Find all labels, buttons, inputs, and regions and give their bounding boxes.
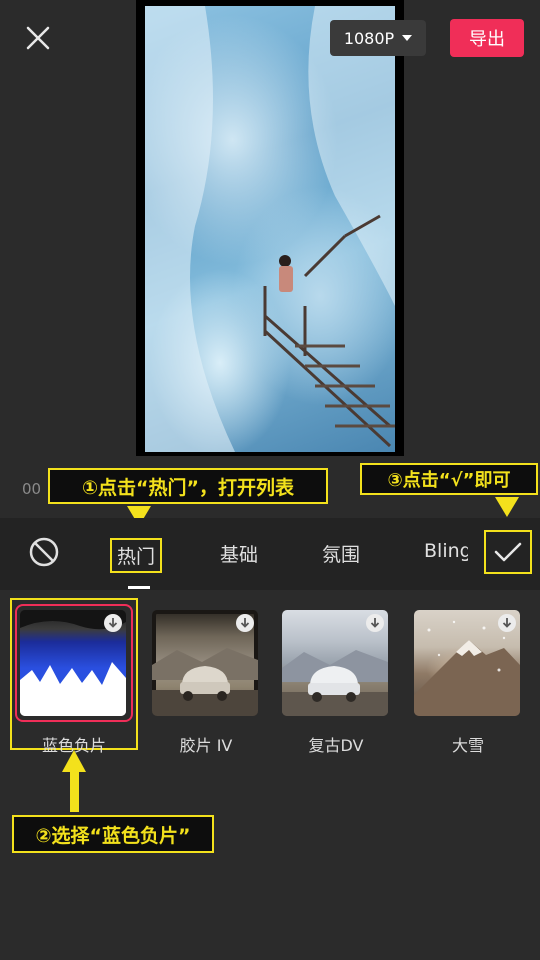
- callout-step2: ②选择“蓝色负片”: [12, 815, 214, 853]
- download-icon: [236, 614, 254, 632]
- video-preview: [145, 6, 395, 452]
- confirm-button[interactable]: [484, 530, 532, 574]
- filter-label: 复古DV: [308, 736, 364, 755]
- filter-thumbnail: [20, 610, 126, 716]
- resolution-select[interactable]: 1080P: [330, 20, 426, 56]
- timecode: 00: [22, 480, 42, 498]
- download-icon: [104, 614, 122, 632]
- callout-step1: ①点击“热门”，打开列表: [48, 468, 328, 504]
- callout-step3: ③点击“√”即可: [360, 463, 538, 495]
- filter-thumbnail: [282, 610, 388, 716]
- arrow-up-icon: [62, 750, 86, 772]
- filter-item-retro-dv[interactable]: 复古DV: [282, 610, 390, 756]
- arrow-down-icon: [495, 497, 519, 517]
- close-button[interactable]: [22, 22, 54, 54]
- resolution-label: 1080P: [343, 28, 395, 48]
- caret-down-icon: [402, 35, 413, 41]
- close-icon: [26, 26, 50, 50]
- filter-item-blue-negative[interactable]: 蓝色负片: [20, 610, 128, 756]
- tab-atmosphere[interactable]: 氛围: [322, 540, 360, 567]
- no-filter-button[interactable]: [28, 536, 60, 568]
- tab-hot[interactable]: 热门: [110, 538, 163, 573]
- export-button[interactable]: 导出: [450, 19, 524, 57]
- filter-thumbnail: [414, 610, 520, 716]
- checkmark-icon: [494, 542, 522, 562]
- filter-item-heavy-snow[interactable]: 大雪: [414, 610, 522, 756]
- tab-bling[interactable]: Bling: [424, 540, 468, 562]
- download-icon: [498, 614, 516, 632]
- filter-label: 胶片 IV: [179, 736, 233, 755]
- preview-scene: [145, 6, 395, 452]
- filter-thumbnail: [152, 610, 258, 716]
- filter-label: 大雪: [451, 736, 484, 755]
- tab-basic[interactable]: 基础: [220, 540, 258, 567]
- arrow-shaft: [70, 770, 79, 812]
- download-icon: [366, 614, 384, 632]
- filter-tab-bar: 热门 基础 氛围 Bling: [0, 518, 540, 590]
- prohibit-icon: [29, 537, 59, 567]
- filter-item-film-iv[interactable]: 胶片 IV: [152, 610, 260, 756]
- tab-active-indicator: [128, 586, 150, 589]
